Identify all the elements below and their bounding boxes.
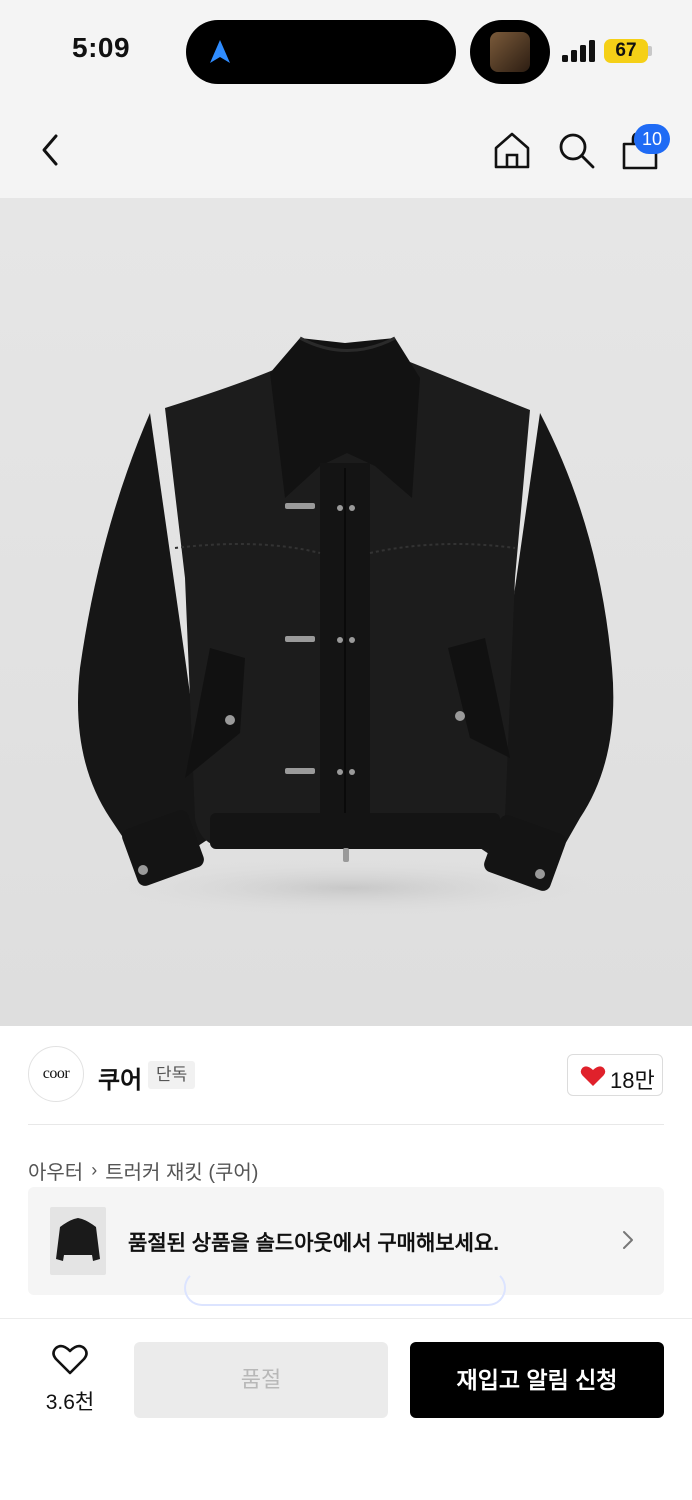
- partially-hidden-pill: [184, 1270, 506, 1306]
- battery-cap: [648, 46, 652, 56]
- dynamic-island: [186, 20, 456, 84]
- heart-filled-icon: [580, 1066, 606, 1086]
- battery-indicator: 67: [604, 39, 648, 63]
- brand-like-count: 18만: [610, 1068, 655, 1093]
- soldout-product-thumbnail: [50, 1207, 106, 1275]
- jacket-illustration: [78, 336, 614, 918]
- brand-logo[interactable]: coor: [28, 1046, 84, 1102]
- now-playing-island: [470, 20, 550, 84]
- back-icon[interactable]: [34, 130, 66, 170]
- product-image[interactable]: [0, 198, 692, 1026]
- heart-outline-icon: [52, 1344, 88, 1375]
- home-icon[interactable]: [492, 130, 532, 170]
- product-title: 트러커 재킷 (쿠어): [105, 1162, 259, 1184]
- wishlist-button[interactable]: 3.6천: [28, 1340, 112, 1420]
- breadcrumb-separator-icon: ›: [91, 1160, 98, 1180]
- status-time: 5:09: [72, 32, 131, 63]
- brand-name[interactable]: 쿠어: [98, 1060, 142, 1095]
- search-icon[interactable]: [556, 130, 596, 170]
- now-playing-artwork: [490, 32, 530, 72]
- navigation-arrow-icon: [210, 40, 230, 63]
- soldout-banner-text: 품절된 상품을 솔드아웃에서 구매해보세요.: [128, 1232, 500, 1255]
- breadcrumb-category[interactable]: 아우터: [28, 1156, 83, 1185]
- soldout-button: 품절: [134, 1342, 388, 1418]
- wishlist-count: 3.6천: [45, 1391, 95, 1414]
- brand-like-button[interactable]: 18만: [567, 1054, 663, 1096]
- signal-icon: [562, 40, 595, 62]
- breadcrumb: 아우터 › 트러커 재킷 (쿠어): [28, 1156, 258, 1185]
- cart-count-badge: 10: [634, 124, 670, 154]
- divider: [28, 1124, 664, 1125]
- restock-alert-button[interactable]: 재입고 알림 신청: [410, 1342, 664, 1418]
- exclusive-tag: 단독: [148, 1061, 196, 1089]
- chevron-right-icon: [623, 1231, 633, 1249]
- status-bar: 5:09 67: [0, 0, 692, 100]
